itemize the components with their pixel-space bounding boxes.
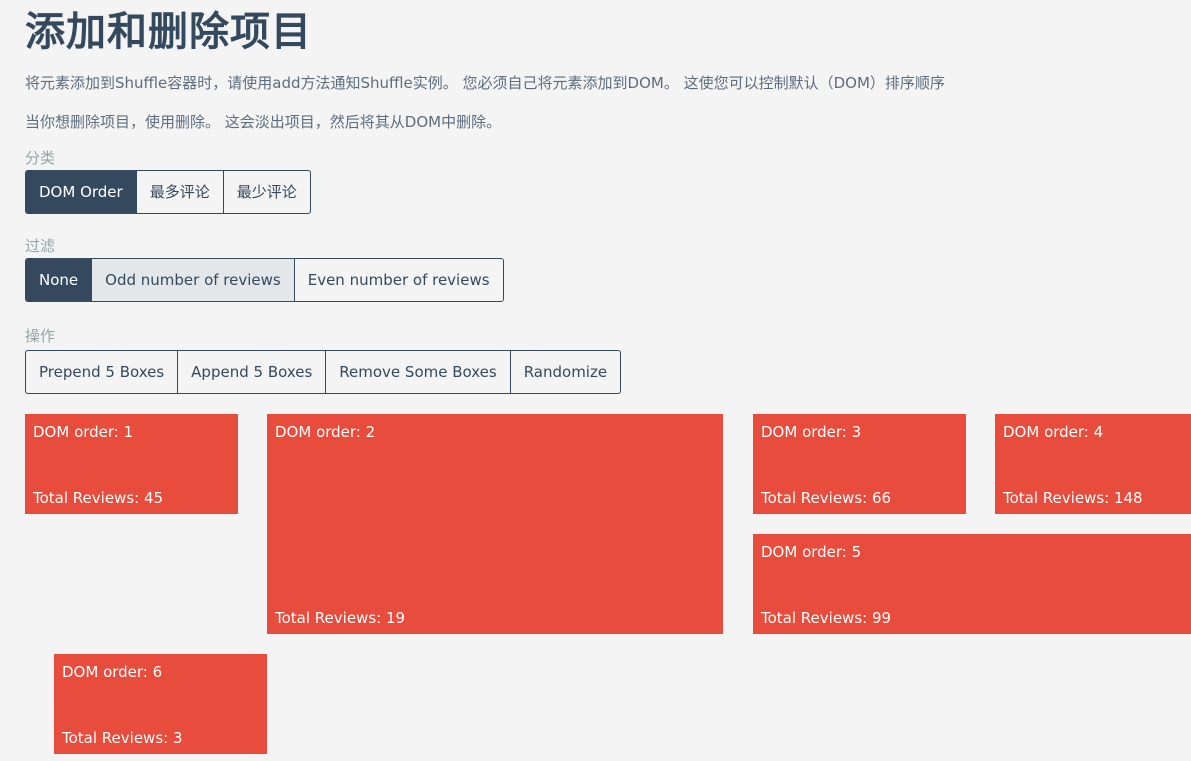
box-order-label: DOM order: 2: [275, 423, 376, 441]
randomize-button[interactable]: Randomize: [509, 350, 622, 394]
grid-box-5: DOM order: 5 Total Reviews: 99: [753, 534, 1191, 634]
remove-boxes-button[interactable]: Remove Some Boxes: [325, 350, 511, 394]
sort-least-reviews-button[interactable]: 最少评论: [222, 170, 311, 214]
grid-box-1: DOM order: 1 Total Reviews: 45: [25, 414, 238, 514]
box-reviews-label: Total Reviews: 148: [1003, 489, 1143, 507]
grid-box-6: DOM order: 6 Total Reviews: 3: [54, 654, 267, 754]
description-remove: 当你想删除项目，使用删除。 这会淡出项目，然后将其从DOM中删除。: [25, 113, 502, 131]
filter-button-group: None Odd number of reviews Even number o…: [25, 258, 504, 302]
filter-even-button[interactable]: Even number of reviews: [293, 258, 504, 302]
prepend-boxes-button[interactable]: Prepend 5 Boxes: [25, 350, 179, 394]
box-order-label: DOM order: 5: [761, 543, 862, 561]
page-title: 添加和删除项目: [25, 9, 312, 55]
box-reviews-label: Total Reviews: 45: [33, 489, 164, 507]
filter-odd-button[interactable]: Odd number of reviews: [91, 258, 295, 302]
box-order-label: DOM order: 4: [1003, 423, 1104, 441]
box-reviews-label: Total Reviews: 3: [62, 729, 183, 747]
grid-box-4: DOM order: 4 Total Reviews: 148: [995, 414, 1191, 514]
grid-box-2: DOM order: 2 Total Reviews: 19: [267, 414, 723, 634]
filter-none-button[interactable]: None: [25, 258, 93, 302]
filter-label: 过滤: [25, 237, 56, 255]
box-order-label: DOM order: 3: [761, 423, 862, 441]
sort-dom-order-button[interactable]: DOM Order: [25, 170, 137, 214]
sort-most-reviews-button[interactable]: 最多评论: [135, 170, 224, 214]
actions-button-group: Prepend 5 Boxes Append 5 Boxes Remove So…: [25, 350, 622, 394]
box-reviews-label: Total Reviews: 66: [761, 489, 892, 507]
box-order-label: DOM order: 6: [62, 663, 163, 681]
box-reviews-label: Total Reviews: 99: [761, 609, 892, 627]
box-reviews-label: Total Reviews: 19: [275, 609, 406, 627]
page: 添加和删除项目 将元素添加到Shuffle容器时，请使用add方法通知Shuff…: [0, 0, 1191, 761]
description-add: 将元素添加到Shuffle容器时，请使用add方法通知Shuffle实例。 您必…: [25, 74, 945, 92]
sort-button-group: DOM Order 最多评论 最少评论: [25, 170, 311, 214]
actions-label: 操作: [25, 327, 56, 345]
box-order-label: DOM order: 1: [33, 423, 134, 441]
grid-box-3: DOM order: 3 Total Reviews: 66: [753, 414, 966, 514]
sort-label: 分类: [25, 149, 56, 167]
append-boxes-button[interactable]: Append 5 Boxes: [177, 350, 327, 394]
